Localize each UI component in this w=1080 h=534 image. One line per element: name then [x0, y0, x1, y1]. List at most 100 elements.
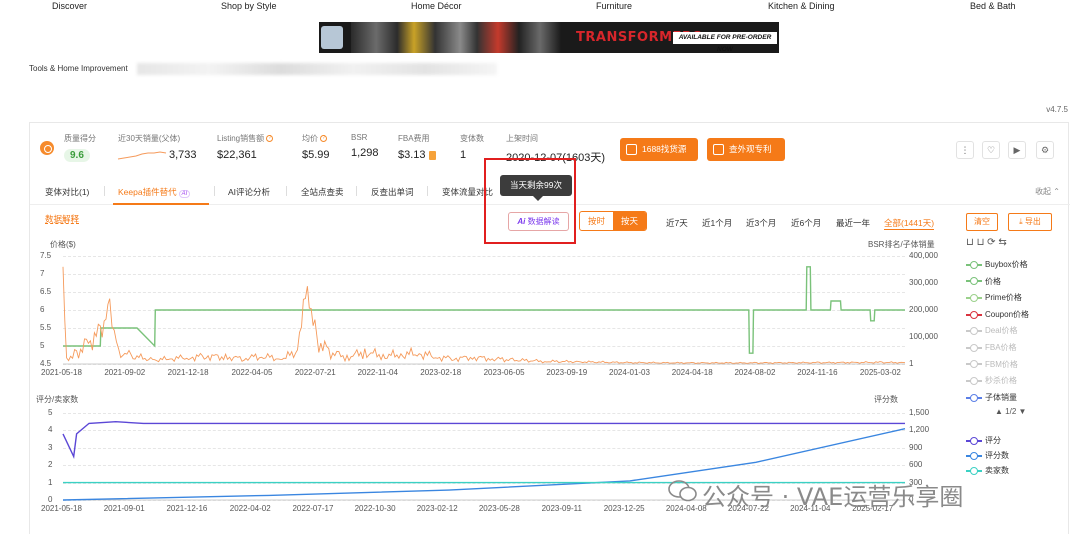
nav-furniture[interactable]: Furniture — [596, 1, 632, 11]
legend-label: 卖家数 — [985, 466, 1009, 475]
link-icon — [626, 144, 637, 155]
legend-item[interactable]: Coupon价格 — [966, 309, 1029, 320]
export-button[interactable]: ⤓ 导出 — [1008, 213, 1052, 231]
patent-check-button[interactable]: 查外观专利 — [707, 138, 785, 161]
stat-value: 1,298 — [351, 147, 379, 159]
data-explain-link[interactable]: 数据解释 — [45, 213, 79, 225]
nav-discover[interactable]: Discover — [52, 1, 87, 11]
blurred-breadcrumb-area — [137, 63, 497, 75]
nfl-logo-icon — [321, 26, 343, 49]
download-icon: ⤓ — [1019, 217, 1023, 226]
tab-divider — [286, 186, 287, 196]
stat-label: 近30天销量(父体) — [118, 134, 181, 143]
legend-item[interactable]: Buybox价格 — [966, 259, 1028, 270]
x-tick-label: 2024-01-03 — [609, 368, 650, 377]
range-7d[interactable]: 近7天 — [666, 217, 688, 229]
calculator-icon[interactable] — [428, 150, 436, 160]
range-1y[interactable]: 最近一年 — [836, 217, 870, 229]
highlight-box — [484, 158, 576, 244]
legend-item[interactable]: 价格 — [966, 276, 1001, 287]
legend-item[interactable]: Prime价格 — [966, 292, 1022, 303]
legend-swatch-icon — [966, 377, 982, 386]
granularity-toggle: 按时 按天 — [579, 211, 647, 231]
stat-label: 变体数 — [460, 134, 484, 143]
watermark-text: 公众号 · VAE运营乐享圈 — [702, 483, 964, 511]
range-1m[interactable]: 近1个月 — [702, 217, 732, 229]
legend-pager[interactable]: ▲ 1/2 ▼ — [995, 407, 1026, 416]
help-icon[interactable]: ? — [266, 135, 274, 143]
clear-button[interactable]: 清空 — [966, 213, 998, 231]
y2-tick-label: 400,000 — [909, 251, 938, 260]
by-day-option[interactable]: 按天 — [613, 212, 646, 230]
stat-label: 上架时间 — [506, 134, 538, 143]
banner-cta[interactable]: AVAILABLE FOR PRE-ORDER NOW — [673, 32, 777, 53]
ad-banner[interactable]: TRANSFORMERS AVAILABLE FOR PRE-ORDER NOW — [319, 22, 779, 53]
stat-30d-sales: 近30天销量(父体) 3,733 — [117, 133, 197, 161]
x-tick-label: 2021-09-02 — [104, 368, 146, 377]
stat-value: 1 — [460, 149, 467, 161]
legend-item[interactable]: 卖家数 — [966, 465, 1009, 476]
legend-item[interactable]: 秒杀价格 — [966, 375, 1017, 386]
tab-site-search[interactable]: 全站点查卖 — [301, 186, 344, 198]
chart-tool-icons[interactable]: ⊔ ⊔ ⟳ ⇆ — [966, 237, 1007, 248]
collapse-label: 收起 — [1035, 187, 1052, 196]
tab-reverse-keywords[interactable]: 反查出单词 — [371, 186, 414, 198]
series-line-0[interactable] — [63, 266, 905, 354]
tab-divider — [214, 186, 215, 196]
y2-tick-label: 1,200 — [909, 425, 930, 435]
range-3m[interactable]: 近3个月 — [746, 217, 776, 229]
legend-label: FBA价格 — [985, 343, 1017, 352]
x-tick-label: 2024-04-18 — [671, 368, 713, 377]
legend-item[interactable]: FBA价格 — [966, 342, 1017, 353]
quality-score-badge: 9.6 — [64, 149, 90, 162]
range-all[interactable]: 全部(1441天) — [884, 217, 935, 230]
chart1-plot[interactable] — [62, 256, 906, 365]
heart-icon[interactable]: ♡ — [982, 141, 1000, 159]
nav-bed-bath[interactable]: Bed & Bath — [970, 1, 1016, 11]
more-icon[interactable]: ⋮ — [956, 141, 974, 159]
y2-tick-label: 900 — [909, 442, 923, 452]
collapse-button[interactable]: 收起 ⌃ — [1035, 186, 1060, 197]
legend-label: 评分数 — [985, 451, 1009, 460]
stat-value: $3.13 — [398, 149, 426, 161]
stat-label: 均价 — [302, 134, 318, 143]
legend-item[interactable]: Deal价格 — [966, 325, 1017, 336]
video-icon[interactable]: ▶ — [1008, 141, 1026, 159]
legend-item[interactable]: 子体销量 — [966, 392, 1017, 403]
legend-swatch-icon — [966, 310, 982, 319]
nav-kitchen-dining[interactable]: Kitchen & Dining — [768, 1, 835, 11]
tab-keepa[interactable]: Keepa插件替代 AI — [118, 186, 191, 198]
legend-swatch-icon — [966, 294, 982, 303]
x-tick-label: 2022-04-05 — [231, 368, 273, 377]
stat-listing-sales: Listing销售额 ? $22,361 — [217, 133, 274, 161]
series-line-1[interactable] — [62, 266, 906, 364]
by-hour-option[interactable]: 按时 — [580, 212, 613, 230]
legend-item[interactable]: 评分 — [966, 435, 1001, 446]
legend-item[interactable]: 评分数 — [966, 450, 1009, 461]
legend-label: Buybox价格 — [985, 260, 1028, 269]
button-label: 导出 — [1024, 217, 1041, 226]
tab-ai-review[interactable]: AI评论分析 — [228, 186, 270, 198]
legend-swatch-icon — [966, 260, 982, 269]
y-tick-label: 6 — [40, 305, 45, 314]
tab-variant-compare[interactable]: 变体对比(1) — [45, 186, 89, 198]
source-1688-button[interactable]: 1688找货源 — [620, 138, 698, 161]
chart2-y2label: 评分数 — [874, 395, 898, 404]
nav-shop-by-style[interactable]: Shop by Style — [221, 1, 277, 11]
settings-gear-icon[interactable]: ⚙ — [1036, 141, 1054, 159]
tab-divider — [356, 186, 357, 196]
help-icon[interactable]: ? — [320, 135, 328, 143]
y-tick-label: 5 — [40, 341, 45, 350]
breadcrumb[interactable]: Tools & Home Improvement — [29, 64, 128, 73]
stamp-icon — [713, 144, 724, 155]
y-tick-label: 7.5 — [40, 251, 52, 260]
legend-swatch-icon — [966, 277, 982, 286]
nav-home-decor[interactable]: Home Décor — [411, 1, 462, 11]
range-6m[interactable]: 近6个月 — [791, 217, 821, 229]
series-line-0[interactable] — [62, 420, 905, 459]
stat-bsr: BSR 1,298 — [351, 133, 379, 159]
legend-swatch-icon — [966, 451, 982, 460]
button-label: 1688找货源 — [642, 144, 687, 154]
banner-figures-image — [351, 22, 561, 53]
legend-item[interactable]: FBM价格 — [966, 359, 1018, 370]
